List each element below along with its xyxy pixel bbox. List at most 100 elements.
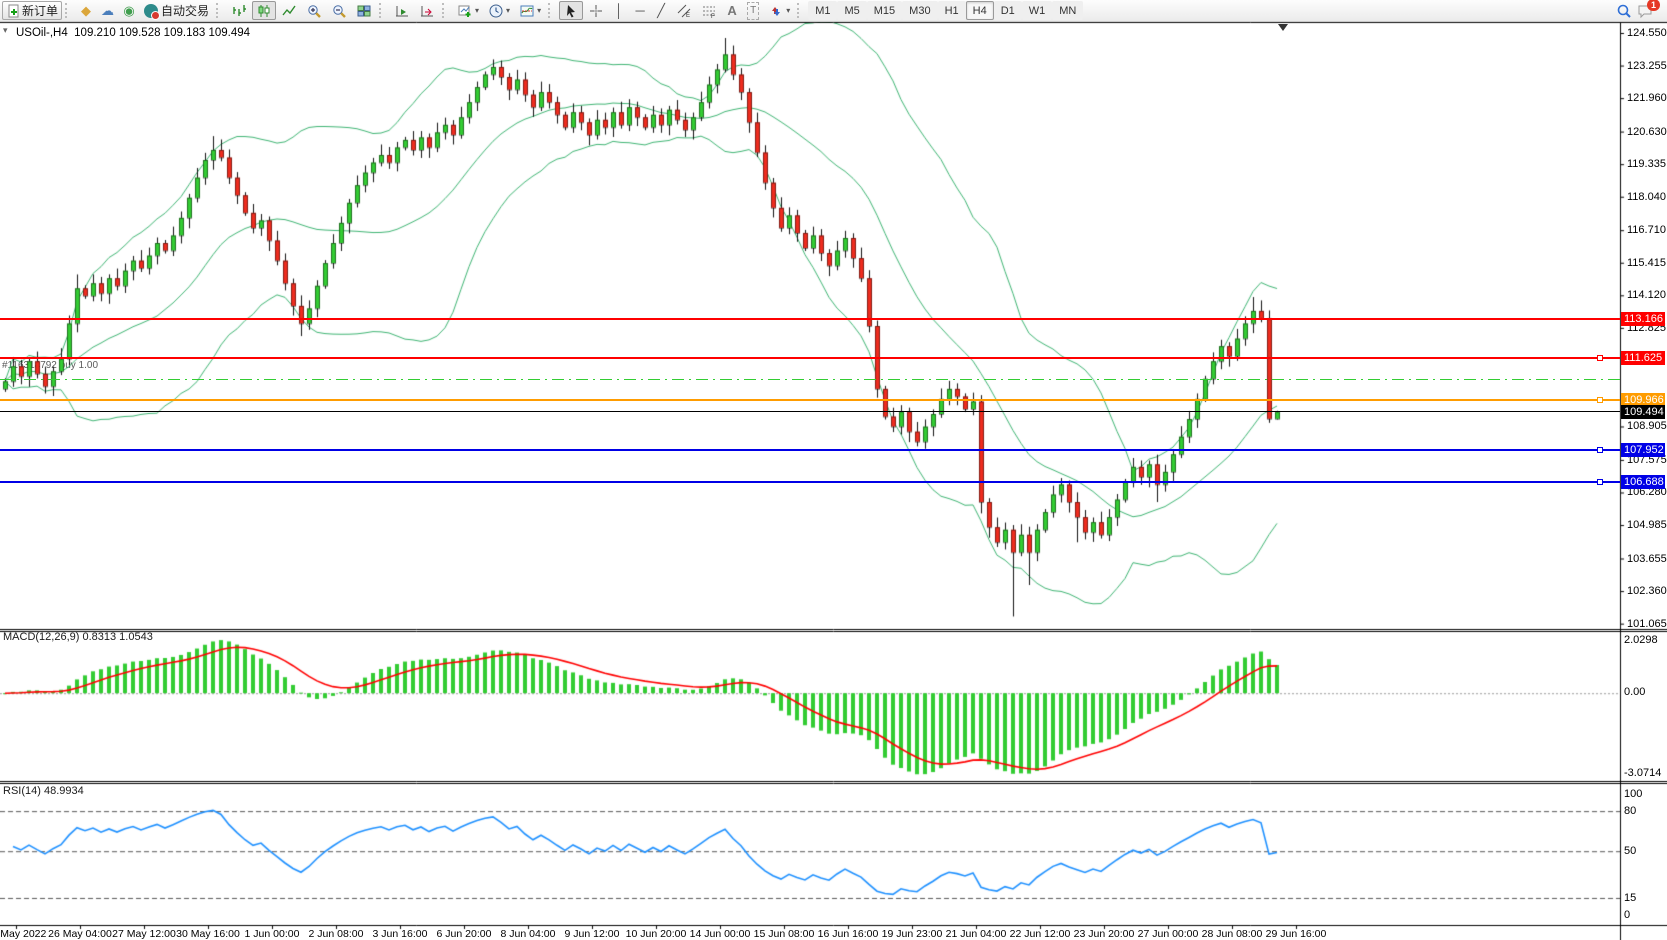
macd-current-values: 0.8313 1.0543 <box>82 631 152 643</box>
new-order-label: 新订单 <box>22 2 58 19</box>
resistance-line-2[interactable] <box>0 357 1620 359</box>
resistance-line-1[interactable] <box>0 318 1620 320</box>
horizontal-line-button[interactable]: ─ <box>630 1 650 20</box>
green-dashdot-line[interactable] <box>0 379 1620 380</box>
price-axis-tick: 108.905 <box>1627 420 1667 432</box>
rsi-label: RSI(14) 48.9934 <box>3 785 84 797</box>
crosshair-button[interactable] <box>584 1 608 20</box>
price-axis-tick: 120.630 <box>1627 126 1667 138</box>
time-axis-label: 25 May 2022 <box>0 928 46 940</box>
indicators-button[interactable]: ▾ <box>515 1 545 20</box>
line-chart-button[interactable] <box>277 1 301 20</box>
search-button[interactable] <box>1612 1 1636 20</box>
new-order-button[interactable]: 新订单 <box>2 1 62 20</box>
price-axis-tick: 118.040 <box>1627 191 1667 203</box>
timeframe-button-m5[interactable]: M5 <box>837 1 866 20</box>
zoom-out-button[interactable] <box>327 1 351 20</box>
chart-ohlc-title: USOil-,H4 109.210 109.528 109.183 109.49… <box>16 27 250 39</box>
zoom-in-icon <box>306 3 322 19</box>
candlestick-button[interactable] <box>252 1 276 20</box>
price-axis-tick: 124.550 <box>1627 27 1667 39</box>
signals-button[interactable]: ◉ <box>119 1 139 20</box>
toolbar-grip <box>379 3 386 18</box>
main-toolbar: 新订单 ◆ ☁ ◉ 自动交易 ▾ ▾ ▾ │ ─ ╱ E F A T ▾ <box>0 0 1667 22</box>
time-axis-label: 29 Jun 16:00 <box>1266 928 1327 940</box>
time-axis-label: 9 Jun 12:00 <box>565 928 620 940</box>
new-chart-button[interactable]: ▾ <box>453 1 483 20</box>
zoom-in-button[interactable] <box>302 1 326 20</box>
notification-badge: 1 <box>1647 0 1660 11</box>
time-axis-label: 16 Jun 16:00 <box>818 928 879 940</box>
time-axis-label: 3 Jun 16:00 <box>373 928 428 940</box>
toolbar-grip <box>65 3 72 18</box>
price-axis-tick: 119.335 <box>1627 158 1667 170</box>
timeframe-button-w1[interactable]: W1 <box>1022 1 1053 20</box>
time-axis-label: 28 Jun 08:00 <box>1202 928 1263 940</box>
support-line-2-handle[interactable] <box>1597 479 1603 485</box>
autotrading-button[interactable]: 自动交易 <box>140 1 213 20</box>
cursor-button[interactable] <box>559 1 583 20</box>
chart-shift-marker[interactable] <box>1278 24 1288 31</box>
rsi-axis-tick: 100 <box>1624 788 1642 800</box>
bar-chart-button[interactable] <box>227 1 251 20</box>
time-axis-label: 27 Jun 00:00 <box>1138 928 1199 940</box>
support-line-1[interactable] <box>0 449 1620 451</box>
time-axis-label: 21 Jun 04:00 <box>946 928 1007 940</box>
price-axis-tick: 104.985 <box>1627 519 1667 531</box>
time-axis-label: 14 Jun 00:00 <box>690 928 751 940</box>
notifications-button[interactable]: 1 <box>1637 3 1653 19</box>
market-watch-button[interactable]: ☁ <box>97 1 118 20</box>
crosshair-icon <box>588 3 604 19</box>
vertical-line-button[interactable]: │ <box>609 1 629 20</box>
macd-axis-tick: 2.0298 <box>1624 634 1658 646</box>
time-axis-label: 23 Jun 20:00 <box>1074 928 1135 940</box>
macd-label: MACD(12,26,9) 0.8313 1.0543 <box>3 631 153 643</box>
symbol-period-label: USOil-,H4 <box>16 27 68 39</box>
time-axis-label: 2 Jun 08:00 <box>309 928 364 940</box>
timeframe-button-h1[interactable]: H1 <box>938 1 966 20</box>
support-line-1-handle[interactable] <box>1597 447 1603 453</box>
period-button[interactable]: ▾ <box>484 1 514 20</box>
one-click-panel-toggle[interactable]: ▾ <box>3 25 8 36</box>
tile-windows-button[interactable] <box>352 1 376 20</box>
pivot-line[interactable] <box>0 399 1620 401</box>
chart-shift-button[interactable] <box>415 1 439 20</box>
text-label-icon: T <box>747 2 759 20</box>
trendline-icon: ╱ <box>657 3 665 19</box>
resistance-line-2-handle[interactable] <box>1597 355 1603 361</box>
chart-shift-icon <box>419 3 435 19</box>
timeframe-button-m15[interactable]: M15 <box>867 1 902 20</box>
fibonacci-icon: F <box>701 3 717 19</box>
fibonacci-button[interactable]: F <box>697 1 721 20</box>
charts-profile-button[interactable]: ◆ <box>76 1 96 20</box>
arrows-button[interactable]: ▾ <box>764 1 794 20</box>
rsi-axis-tick: 80 <box>1624 805 1636 817</box>
pivot-line-handle[interactable] <box>1597 397 1603 403</box>
channel-button[interactable]: E <box>672 1 696 20</box>
current-price-line[interactable] <box>0 411 1620 412</box>
time-axis-label: 26 May 04:00 <box>48 928 112 940</box>
svg-text:F: F <box>711 14 715 19</box>
new-chart-icon <box>457 3 473 19</box>
timeframe-button-mn[interactable]: MN <box>1052 1 1083 20</box>
price-chart-canvas[interactable] <box>0 0 1667 940</box>
text-label-button[interactable]: T <box>743 1 763 20</box>
indicators-icon <box>519 3 535 19</box>
timeframe-button-h4[interactable]: H4 <box>966 1 994 20</box>
price-axis-tick: 103.655 <box>1627 553 1667 565</box>
resistance-line-1-price-badge: 113.166 <box>1621 312 1665 326</box>
price-axis-tick: 116.710 <box>1627 224 1667 236</box>
auto-scroll-icon <box>394 3 410 19</box>
text-button[interactable]: A <box>722 1 742 20</box>
new-order-icon <box>6 3 22 19</box>
timeframe-button-m30[interactable]: M30 <box>902 1 937 20</box>
rsi-axis-tick: 0 <box>1624 909 1630 921</box>
auto-scroll-button[interactable] <box>390 1 414 20</box>
support-line-2[interactable] <box>0 481 1620 483</box>
profile-icon: ◆ <box>81 3 91 19</box>
trendline-button[interactable]: ╱ <box>651 1 671 20</box>
timeframe-button-m1[interactable]: M1 <box>808 1 837 20</box>
rsi-axis-tick: 15 <box>1624 892 1636 904</box>
timeframe-button-d1[interactable]: D1 <box>994 1 1022 20</box>
equidistant-channel-icon: E <box>676 3 692 19</box>
